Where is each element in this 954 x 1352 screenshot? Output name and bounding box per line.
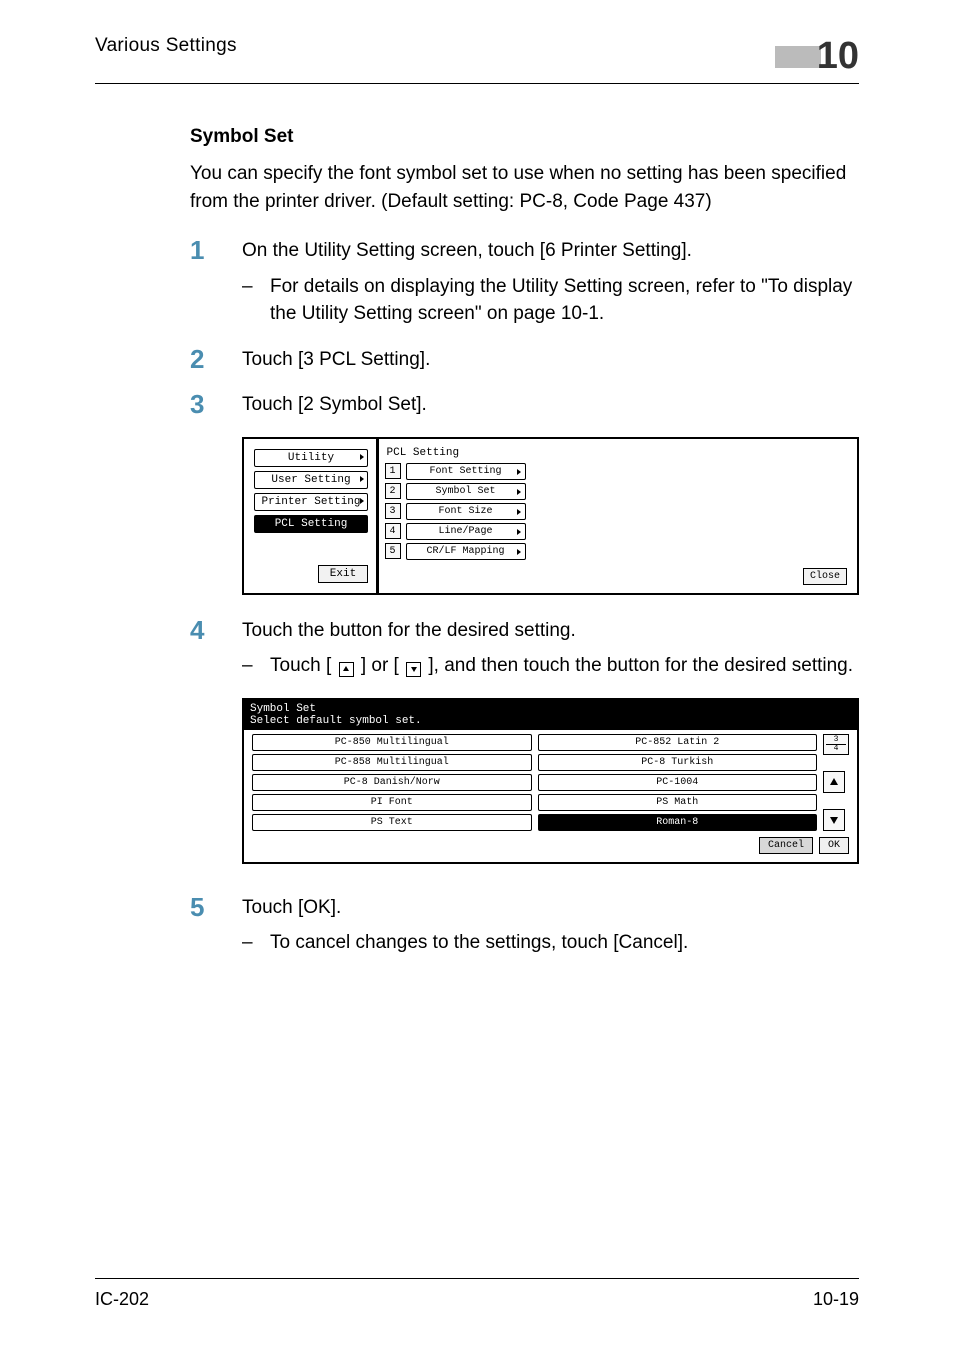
step-1-text: On the Utility Setting screen, touch [6 … [242, 237, 859, 265]
menu-number: 2 [385, 483, 401, 499]
menu-line-page[interactable]: Line/Page [406, 523, 526, 540]
scroll-up-button[interactable] [823, 771, 845, 793]
step-number: 3 [190, 391, 242, 419]
sub-dash: – [242, 929, 270, 957]
step-4-sub: Touch [ ] or [ ], and then touch the but… [270, 652, 859, 680]
step-3-text: Touch [2 Symbol Set]. [242, 391, 859, 419]
sub-dash: – [242, 652, 270, 680]
symbol-set-grid: PC-850 Multilingual PC-852 Latin 2 PC-85… [252, 734, 817, 831]
menu-font-setting[interactable]: Font Setting [406, 463, 526, 480]
step-4: 4 Touch the button for the desired setti… [190, 617, 859, 680]
panel-title: PCL Setting [385, 447, 850, 459]
page-current: 3 [826, 736, 846, 744]
sym-pc8t[interactable]: PC-8 Turkish [538, 754, 818, 771]
close-button[interactable]: Close [803, 568, 847, 585]
step-4-sub-after: ], and then touch the button for the des… [428, 655, 853, 676]
symbol-set-panel-wrap: Symbol Set Select default symbol set. PC… [242, 698, 859, 864]
crumb-user-setting[interactable]: User Setting [254, 471, 368, 489]
arrow-down-icon [829, 815, 839, 825]
step-4-sub-before: Touch [ [270, 655, 337, 676]
menu-number: 1 [385, 463, 401, 479]
menu-symbol-set[interactable]: Symbol Set [406, 483, 526, 500]
step-1-sub: For details on displaying the Utility Se… [270, 273, 859, 328]
symbol-set-panel: Symbol Set Select default symbol set. PC… [242, 698, 859, 864]
cancel-button[interactable]: Cancel [759, 837, 813, 854]
menu-number: 5 [385, 543, 401, 559]
arrow-up-icon [829, 777, 839, 787]
step-2-text: Touch [3 PCL Setting]. [242, 346, 859, 374]
page-total: 4 [826, 744, 846, 753]
chapter-indicator: 10 [775, 35, 859, 78]
arrow-up-icon [339, 662, 354, 677]
pcl-setting-panel: Utility User Setting Printer Setting PCL… [242, 437, 859, 595]
step-4-text: Touch the button for the desired setting… [242, 617, 859, 645]
panel-divider [376, 439, 379, 593]
chapter-number: 10 [817, 35, 859, 78]
menu-number: 4 [385, 523, 401, 539]
step-number: 1 [190, 237, 242, 328]
step-5-sub: To cancel changes to the settings, touch… [270, 929, 859, 957]
menu-font-size[interactable]: Font Size [406, 503, 526, 520]
ok-button[interactable]: OK [819, 837, 849, 854]
menu-crlf-mapping[interactable]: CR/LF Mapping [406, 543, 526, 560]
footer-left: IC-202 [95, 1289, 149, 1310]
page-indicator: 3 4 [823, 734, 849, 755]
breadcrumb-column: Utility User Setting Printer Setting PCL… [252, 447, 372, 585]
menu-list: 1 Font Setting 2 Symbol Set 3 Font Size [385, 463, 850, 560]
step-5: 5 Touch [OK]. – To cancel changes to the… [190, 894, 859, 957]
pcl-setting-panel-wrap: Utility User Setting Printer Setting PCL… [242, 437, 859, 595]
step-3: 3 Touch [2 Symbol Set]. [190, 391, 859, 419]
panel2-subtitle: Select default symbol set. [250, 715, 851, 727]
step-number: 5 [190, 894, 242, 957]
step-1: 1 On the Utility Setting screen, touch [… [190, 237, 859, 328]
step-number: 4 [190, 617, 242, 680]
section-intro: You can specify the font symbol set to u… [190, 160, 859, 215]
menu-row: 1 Font Setting [385, 463, 850, 480]
sym-pifont[interactable]: PI Font [252, 794, 532, 811]
chapter-block-bg [775, 46, 821, 68]
step-number: 2 [190, 346, 242, 374]
section-title: Symbol Set [190, 126, 859, 148]
panel2-scroll-column: 3 4 [823, 734, 849, 831]
arrow-down-icon [406, 662, 421, 677]
crumb-utility[interactable]: Utility [254, 449, 368, 467]
step-2: 2 Touch [3 PCL Setting]. [190, 346, 859, 374]
sym-pc858[interactable]: PC-858 Multilingual [252, 754, 532, 771]
sym-pc8dn[interactable]: PC-8 Danish/Norw [252, 774, 532, 791]
sub-dash: – [242, 273, 270, 328]
menu-row: 2 Symbol Set [385, 483, 850, 500]
sym-roman8[interactable]: Roman-8 [538, 814, 818, 831]
step-4-sub-mid: ] or [ [361, 655, 404, 676]
panel2-header: Symbol Set Select default symbol set. [244, 700, 857, 730]
sym-psmath[interactable]: PS Math [538, 794, 818, 811]
sym-pstext[interactable]: PS Text [252, 814, 532, 831]
page-footer: IC-202 10-19 [95, 1278, 859, 1310]
footer-right: 10-19 [813, 1289, 859, 1310]
panel2-title: Symbol Set [250, 703, 851, 715]
sym-pc850[interactable]: PC-850 Multilingual [252, 734, 532, 751]
page-header-title: Various Settings [95, 35, 237, 57]
menu-row: 3 Font Size [385, 503, 850, 520]
menu-number: 3 [385, 503, 401, 519]
menu-row: 4 Line/Page [385, 523, 850, 540]
menu-row: 5 CR/LF Mapping [385, 543, 850, 560]
header-divider [95, 83, 859, 84]
step-5-text: Touch [OK]. [242, 894, 859, 922]
sym-pc852[interactable]: PC-852 Latin 2 [538, 734, 818, 751]
crumb-pcl-setting[interactable]: PCL Setting [254, 515, 368, 533]
scroll-down-button[interactable] [823, 809, 845, 831]
exit-button[interactable]: Exit [318, 565, 368, 583]
sym-pc1004[interactable]: PC-1004 [538, 774, 818, 791]
crumb-printer-setting[interactable]: Printer Setting [254, 493, 368, 511]
